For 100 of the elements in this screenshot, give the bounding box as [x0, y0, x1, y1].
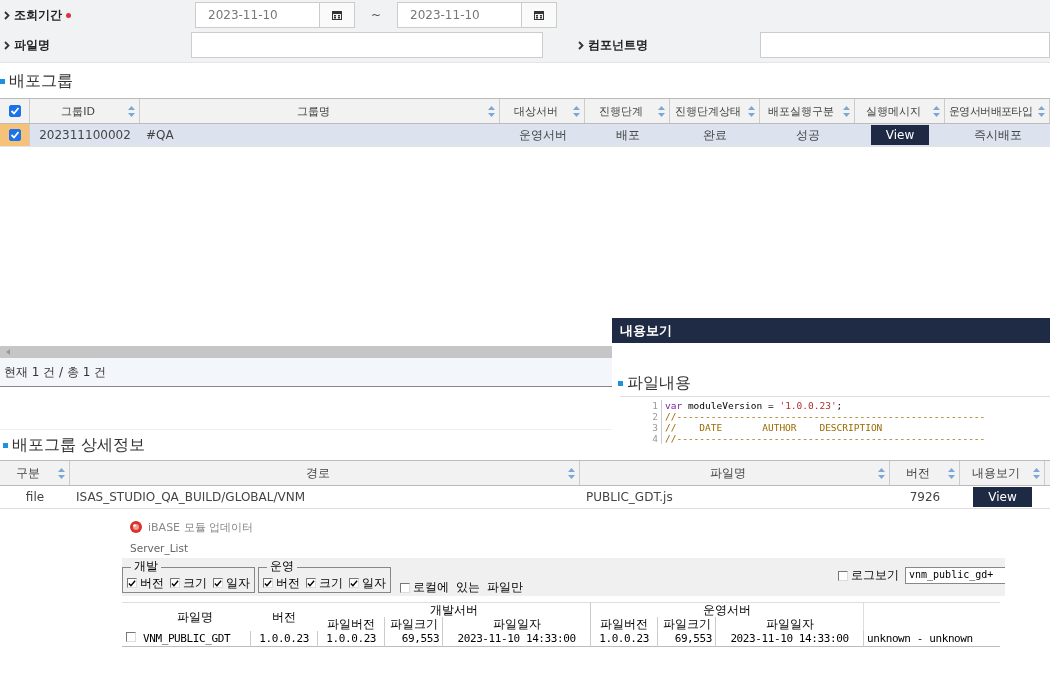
column-header: 파일크기	[662, 617, 711, 631]
checkbox[interactable]	[349, 578, 359, 588]
checkbox[interactable]	[306, 578, 316, 588]
chevron-icon	[577, 40, 584, 50]
table-cell: unknown - unknown	[867, 632, 973, 645]
record-count: 현재 1 건 / 총 1 건	[4, 363, 107, 381]
select-all-checkbox[interactable]	[8, 105, 21, 117]
group-title: 운영	[267, 560, 297, 573]
column-header[interactable]: 구분	[0, 461, 70, 485]
calendar-icon	[332, 10, 342, 20]
calendar-button[interactable]	[320, 2, 355, 28]
sort-icon	[843, 105, 850, 117]
column-header: 파일버전	[600, 617, 649, 631]
view-button[interactable]: View	[973, 487, 1032, 507]
code-line: // DATE AUTHOR DESCRIPTION	[665, 422, 883, 433]
table-cell: 2023-11-10 14:33:00	[457, 632, 576, 645]
checkbox[interactable]	[400, 582, 410, 593]
column-header: 파일명	[177, 610, 214, 624]
line-number: 1	[620, 400, 662, 411]
sort-icon	[573, 105, 580, 117]
sort-icon	[128, 105, 135, 117]
table-cell: PUBLIC_GDT.js	[586, 490, 673, 504]
column-header[interactable]: 버전	[890, 461, 960, 485]
table-row[interactable]: file ISAS_STUDIO_QA_BUILD/GLOBAL/VNM PUBLIC_GDT.js 7926 View	[0, 486, 1050, 509]
input-field[interactable]: vnm_public_gd+	[905, 567, 1005, 584]
column-header[interactable]: 그룹명	[140, 99, 500, 123]
table-cell: 1.0.0.23	[599, 632, 649, 645]
app-title: iBASE 모듈 업데이터	[148, 519, 254, 535]
scrollbar[interactable]	[0, 346, 612, 358]
checkbox[interactable]	[126, 632, 136, 642]
checkbox-label: 로컬에 있는 파일만	[413, 579, 524, 596]
checkbox-label: 일자	[362, 574, 386, 592]
sort-icon	[1038, 105, 1046, 117]
bullet-icon	[618, 380, 623, 386]
sort-icon	[748, 105, 755, 117]
checkbox[interactable]	[127, 578, 137, 588]
input-field[interactable]	[190, 32, 543, 58]
section-title: 파일내용	[627, 372, 691, 394]
column-header: 파일일자	[492, 617, 541, 631]
section-title: 배포그룹 상세정보	[12, 434, 146, 456]
checkbox-label: 버전	[276, 574, 300, 592]
bullet-icon	[0, 78, 5, 84]
sort-icon	[933, 105, 940, 117]
column-header: 파일일자	[765, 617, 814, 631]
column-header[interactable]: 그룹ID	[30, 99, 140, 123]
table-cell: file	[25, 490, 45, 504]
app-logo-icon	[130, 521, 142, 533]
checkbox-label: 로그보기	[851, 567, 899, 584]
table-cell: 69,553	[674, 632, 712, 645]
table-cell: ISAS_STUDIO_QA_BUILD/GLOBAL/VNM	[76, 490, 306, 504]
checkbox[interactable]	[263, 578, 273, 588]
column-header[interactable]: 경로	[70, 461, 580, 485]
table-cell: 배포	[615, 126, 640, 144]
column-header[interactable]: 배포실행구분	[760, 99, 855, 123]
column-header[interactable]: 진행단계	[585, 99, 670, 123]
table-cell: #QA	[146, 128, 174, 142]
column-header[interactable]: 대상서버	[500, 99, 585, 123]
panel-title: 내용보기	[620, 321, 672, 340]
checkbox-label: 일자	[226, 574, 250, 592]
code-line: //------------------------------------------------------	[665, 433, 986, 444]
list-label: Server_List	[129, 541, 190, 556]
view-button[interactable]: View	[870, 125, 930, 145]
calendar-button[interactable]	[522, 2, 557, 28]
column-header[interactable]: 실행메시지	[855, 99, 945, 123]
table-cell: 1.0.0.23	[326, 632, 377, 645]
checkbox[interactable]	[838, 570, 848, 581]
date-field[interactable]: 2023-11-10	[397, 2, 522, 28]
sort-icon	[658, 105, 665, 117]
checkbox-label: 크기	[183, 574, 207, 592]
table-row[interactable]: 202311100002 #QA 운영서버 배포 완료 성공 View 즉시배포	[0, 124, 1050, 147]
column-header[interactable]: 파일명	[580, 461, 890, 485]
bullet-icon	[3, 442, 8, 448]
date-field[interactable]: 2023-11-10	[195, 2, 320, 28]
line-number: 4	[620, 433, 662, 444]
table-cell: 7926	[909, 490, 941, 504]
input-field[interactable]	[760, 32, 1050, 58]
table-cell: 1.0.0.23	[259, 632, 309, 645]
table-cell: 2023-11-10 14:33:00	[730, 632, 849, 645]
column-header[interactable]: 운영서버배포타입	[945, 99, 1050, 123]
row-checkbox[interactable]	[8, 129, 21, 141]
line-number: 3	[620, 422, 662, 433]
column-header: 파일버전	[326, 617, 375, 631]
sort-icon	[568, 467, 575, 479]
calendar-icon	[534, 10, 544, 20]
table-cell: 즉시배포	[973, 126, 1022, 144]
table-cell: 완료	[703, 126, 727, 144]
line-number: 2	[620, 411, 662, 422]
sort-icon	[488, 105, 495, 117]
column-header: 버전	[272, 610, 297, 624]
sort-icon	[878, 467, 885, 479]
column-header[interactable]: 진행단계상태	[670, 99, 760, 123]
field-label: 컴포넌트명	[587, 36, 648, 54]
column-header[interactable]: 내용보기	[960, 461, 1045, 485]
checkbox-label: 크기	[319, 574, 343, 592]
checkbox[interactable]	[213, 578, 223, 588]
checkbox-label: 버전	[140, 574, 164, 592]
field-label: 조회기간	[14, 6, 62, 24]
code-line: //------------------------------------------------------	[665, 411, 986, 422]
field-label: 파일명	[14, 36, 50, 54]
checkbox[interactable]	[170, 578, 180, 588]
